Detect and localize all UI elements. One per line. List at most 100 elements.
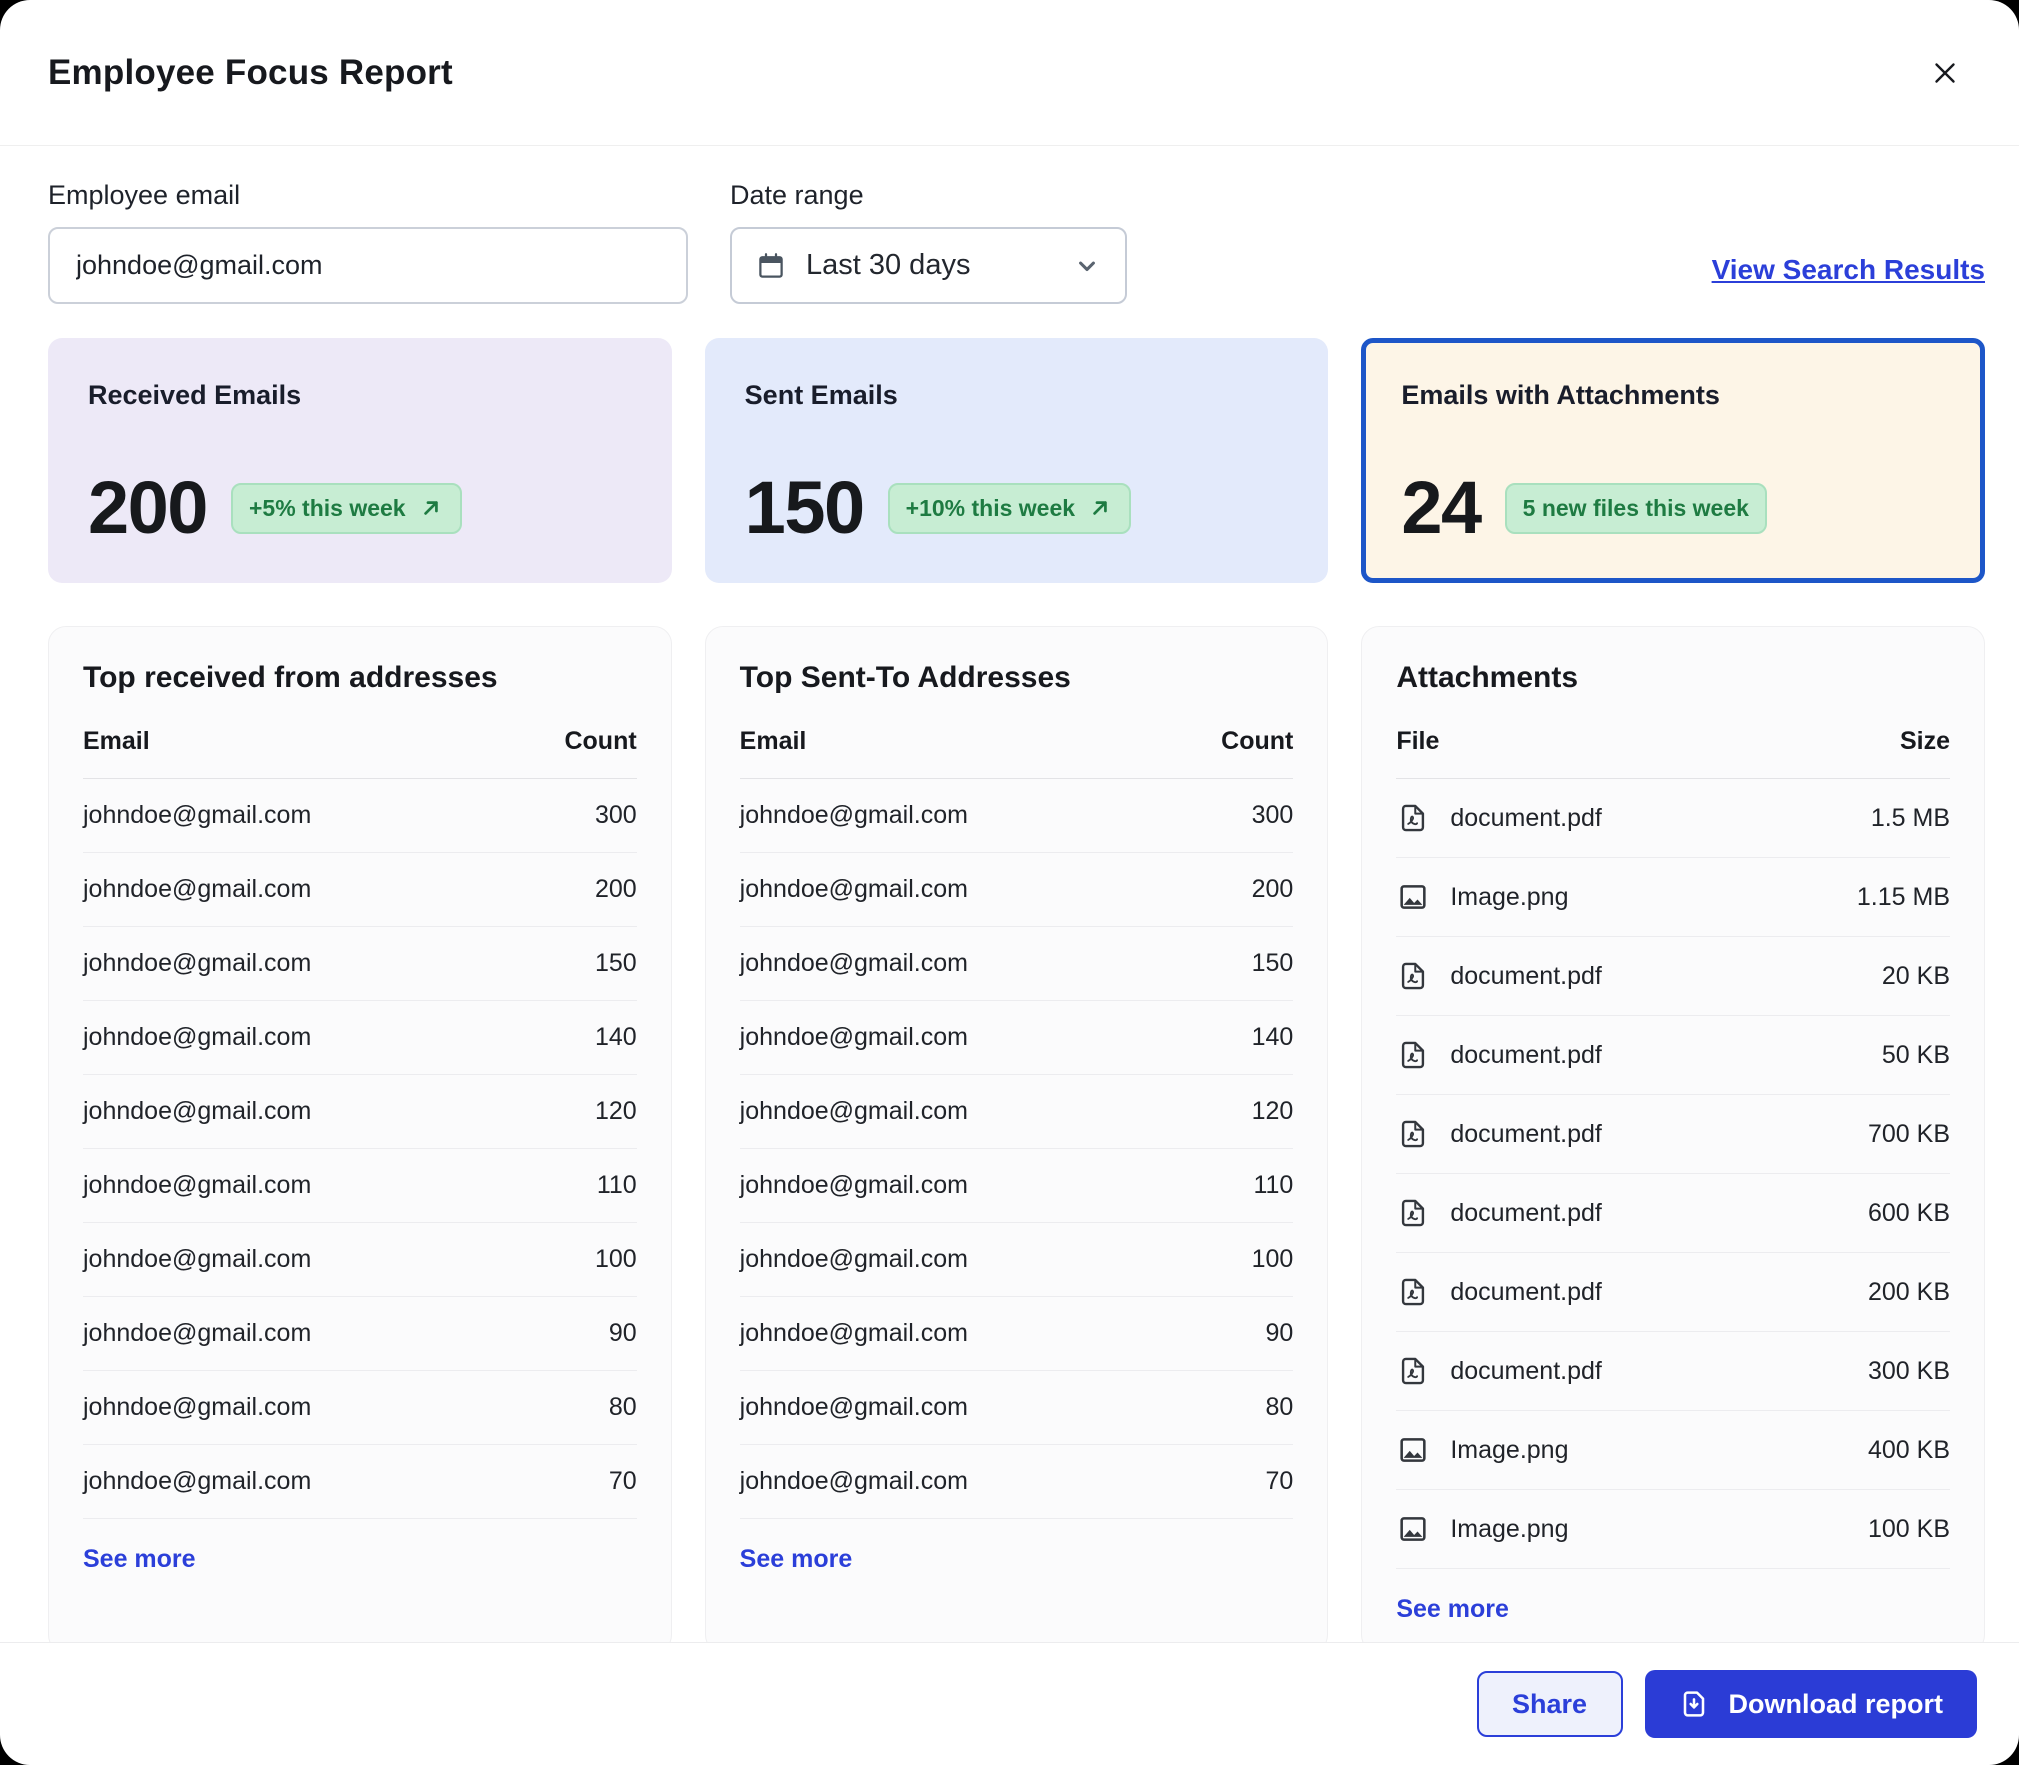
email-cell: johndoe@gmail.com bbox=[83, 926, 504, 1001]
column-header-file: File bbox=[1396, 727, 1778, 779]
employee-email-field-group: Employee email bbox=[48, 180, 688, 304]
file-cell: Image.png bbox=[1396, 1433, 1777, 1467]
dialog-title: Employee Focus Report bbox=[48, 52, 453, 92]
date-range-value: Last 30 days bbox=[806, 249, 971, 281]
file-name: document.pdf bbox=[1450, 1277, 1602, 1306]
count-cell: 90 bbox=[503, 1296, 637, 1371]
table-row: johndoe@gmail.com 100 bbox=[739, 1222, 1294, 1297]
count-cell: 100 bbox=[503, 1222, 637, 1297]
trend-up-arrow-icon bbox=[418, 495, 444, 521]
pdf-file-icon bbox=[1396, 1354, 1430, 1388]
filters-row: Employee email Date range Last 30 days bbox=[48, 180, 1985, 304]
share-button-label: Share bbox=[1511, 1688, 1588, 1719]
table-header-row: Email Count bbox=[739, 727, 1294, 779]
file-cell: document.pdf bbox=[1396, 1038, 1777, 1072]
calendar-icon bbox=[756, 251, 786, 281]
top-received-from-table-card: Top received from addresses Email Count … bbox=[48, 626, 672, 1642]
column-header-email: Email bbox=[739, 727, 1161, 779]
stat-value: 24 bbox=[1401, 466, 1482, 549]
attachment-row: document.pdf 200 KB bbox=[1396, 1252, 1951, 1332]
employee-email-label: Employee email bbox=[48, 180, 241, 210]
file-cell: document.pdf bbox=[1396, 801, 1777, 835]
count-cell: 100 bbox=[1160, 1222, 1294, 1297]
stat-card-emails-with-attachments[interactable]: Emails with Attachments 24 5 new files t… bbox=[1361, 338, 1986, 583]
count-cell: 70 bbox=[1160, 1444, 1294, 1519]
email-cell: johndoe@gmail.com bbox=[83, 1000, 504, 1075]
table-row: johndoe@gmail.com 90 bbox=[83, 1296, 637, 1371]
table-row: johndoe@gmail.com 110 bbox=[739, 1148, 1294, 1223]
attachment-row: document.pdf 600 KB bbox=[1396, 1173, 1951, 1253]
count-cell: 80 bbox=[1160, 1370, 1294, 1445]
table-row: johndoe@gmail.com 70 bbox=[739, 1444, 1294, 1519]
new-files-badge-label: 5 new files this week bbox=[1522, 494, 1749, 521]
count-cell: 70 bbox=[503, 1444, 637, 1519]
email-cell: johndoe@gmail.com bbox=[739, 926, 1161, 1001]
file-size: 300 KB bbox=[1777, 1331, 1951, 1411]
stat-title: Sent Emails bbox=[744, 380, 898, 410]
image-icon bbox=[1396, 1433, 1430, 1467]
employee-email-input[interactable] bbox=[48, 227, 688, 304]
see-more-link[interactable]: See more bbox=[740, 1545, 853, 1574]
attachment-row: Image.png 1.15 MB bbox=[1396, 857, 1951, 937]
file-cell: document.pdf bbox=[1396, 1196, 1777, 1230]
attachment-row: document.pdf 300 KB bbox=[1396, 1331, 1951, 1411]
table-title: Top received from addresses bbox=[83, 661, 498, 694]
download-report-button[interactable]: Download report bbox=[1644, 1670, 1977, 1738]
table-row: johndoe@gmail.com 120 bbox=[739, 1074, 1294, 1149]
table-row: johndoe@gmail.com 80 bbox=[739, 1370, 1294, 1445]
file-size: 1.15 MB bbox=[1777, 857, 1951, 937]
share-button[interactable]: Share bbox=[1476, 1671, 1623, 1737]
email-cell: johndoe@gmail.com bbox=[83, 1444, 504, 1519]
count-cell: 110 bbox=[503, 1148, 637, 1223]
stat-card-received-emails[interactable]: Received Emails 200 +5% this week bbox=[48, 338, 672, 583]
column-header-email: Email bbox=[83, 727, 504, 779]
file-cell: document.pdf bbox=[1396, 959, 1777, 993]
pdf-file-icon bbox=[1396, 1196, 1430, 1230]
tables-row: Top received from addresses Email Count … bbox=[48, 626, 1986, 1642]
email-cell: johndoe@gmail.com bbox=[83, 1222, 504, 1297]
trend-badge-label: +10% this week bbox=[905, 494, 1076, 521]
attachments-table-card: Attachments File Size document.pdf 1.5 M… bbox=[1361, 626, 1986, 1642]
table-title: Attachments bbox=[1396, 661, 1579, 694]
pdf-file-icon bbox=[1396, 1275, 1430, 1309]
stat-value-row: 200 +5% this week bbox=[88, 471, 632, 545]
table-row: johndoe@gmail.com 200 bbox=[83, 852, 637, 927]
stats-row: Received Emails 200 +5% this week Sent E… bbox=[48, 338, 1986, 583]
email-cell: johndoe@gmail.com bbox=[739, 1444, 1161, 1519]
table-header-row: Email Count bbox=[83, 727, 637, 779]
count-cell: 90 bbox=[1160, 1296, 1294, 1371]
pdf-file-icon bbox=[1396, 1117, 1430, 1151]
stat-card-sent-emails[interactable]: Sent Emails 150 +10% this week bbox=[704, 338, 1329, 583]
see-more-link[interactable]: See more bbox=[83, 1545, 196, 1574]
attachment-row: Image.png 400 KB bbox=[1396, 1410, 1951, 1490]
file-size: 20 KB bbox=[1777, 936, 1951, 1016]
table-row: johndoe@gmail.com 300 bbox=[83, 778, 637, 853]
column-header-size: Size bbox=[1777, 727, 1951, 779]
count-cell: 110 bbox=[1160, 1148, 1294, 1223]
table-row: johndoe@gmail.com 200 bbox=[739, 852, 1294, 927]
view-search-results-link[interactable]: View Search Results bbox=[1712, 254, 1985, 304]
count-cell: 120 bbox=[503, 1074, 637, 1149]
email-cell: johndoe@gmail.com bbox=[739, 1148, 1161, 1223]
date-range-select[interactable]: Last 30 days bbox=[730, 227, 1127, 304]
image-icon bbox=[1396, 1512, 1430, 1546]
email-cell: johndoe@gmail.com bbox=[83, 1370, 504, 1445]
image-icon bbox=[1396, 880, 1430, 914]
file-cell: document.pdf bbox=[1396, 1354, 1777, 1388]
column-header-count: Count bbox=[1160, 727, 1294, 779]
file-name: document.pdf bbox=[1450, 1040, 1602, 1069]
file-size: 1.5 MB bbox=[1777, 778, 1951, 858]
file-size: 600 KB bbox=[1777, 1173, 1951, 1253]
attachment-row: Image.png 100 KB bbox=[1396, 1489, 1951, 1569]
dialog-header: Employee Focus Report bbox=[0, 0, 2019, 146]
count-cell: 140 bbox=[503, 1000, 637, 1075]
attachment-row: document.pdf 700 KB bbox=[1396, 1094, 1951, 1174]
column-header-count: Count bbox=[503, 727, 637, 779]
email-cell: johndoe@gmail.com bbox=[83, 1148, 504, 1223]
table-row: johndoe@gmail.com 90 bbox=[739, 1296, 1294, 1371]
file-name: Image.png bbox=[1450, 1435, 1569, 1464]
close-button[interactable] bbox=[1921, 49, 1969, 97]
pdf-file-icon bbox=[1396, 801, 1430, 835]
see-more-link[interactable]: See more bbox=[1396, 1595, 1509, 1624]
count-cell: 140 bbox=[1160, 1000, 1294, 1075]
